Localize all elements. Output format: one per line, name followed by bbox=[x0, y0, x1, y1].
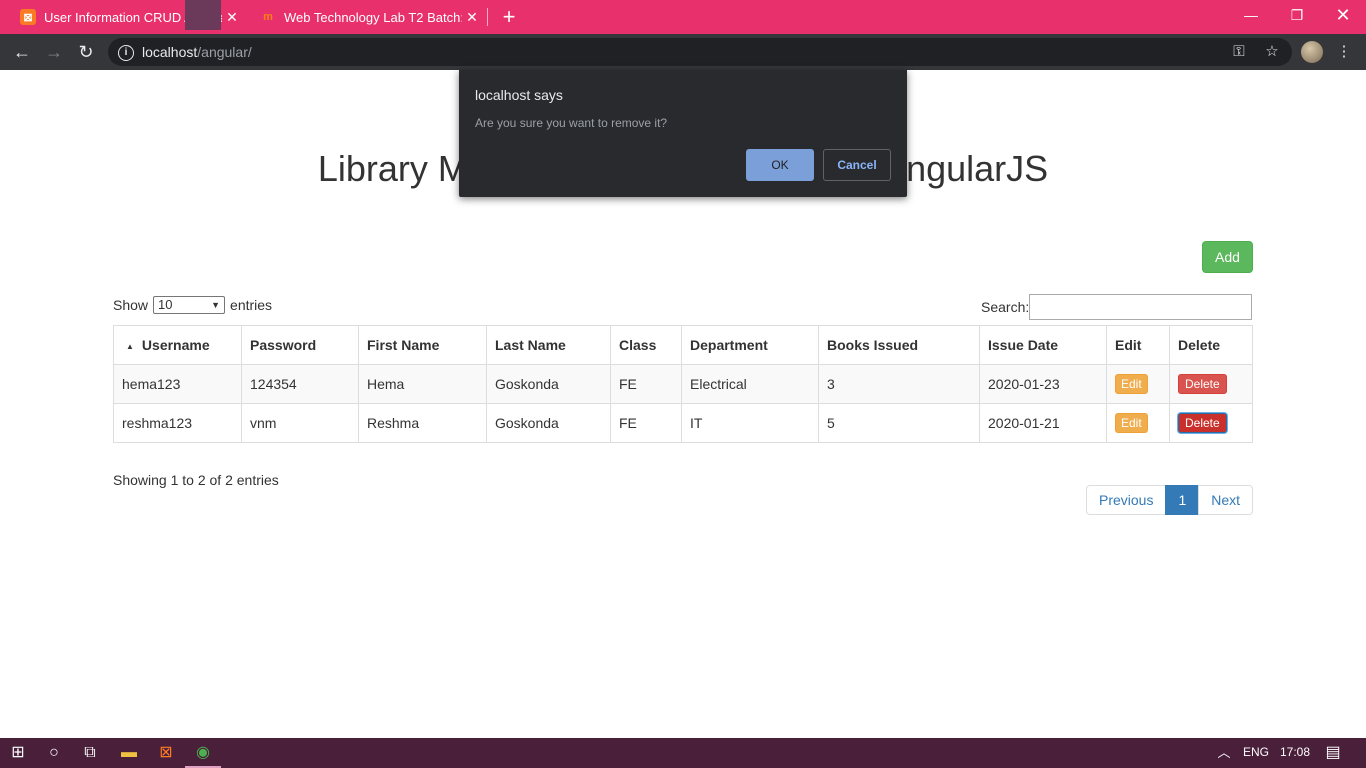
cell-issue-date: 2020-01-21 bbox=[979, 403, 1107, 443]
column-header-books-issued[interactable]: Books Issued bbox=[818, 325, 980, 365]
chevron-up-icon[interactable]: ︿ bbox=[1206, 738, 1242, 768]
show-label: Show bbox=[113, 297, 149, 313]
cell-password: 124354 bbox=[241, 364, 359, 404]
cell-department: IT bbox=[681, 403, 819, 443]
delete-button[interactable]: Delete bbox=[1178, 413, 1227, 433]
cell-username: reshma123 bbox=[113, 403, 242, 443]
xampp-icon[interactable]: ⊠ bbox=[148, 738, 184, 768]
page-button-current[interactable]: 1 bbox=[1165, 485, 1200, 515]
column-header-class[interactable]: Class bbox=[610, 325, 682, 365]
windows-start-icon[interactable]: ⊞ bbox=[0, 738, 36, 768]
cancel-button[interactable]: Cancel bbox=[823, 149, 891, 181]
moodle-icon: m bbox=[263, 11, 273, 23]
confirm-dialog: localhost says Are you sure you want to … bbox=[459, 70, 907, 197]
reload-icon[interactable]: ↻ bbox=[74, 40, 98, 64]
task-view-icon[interactable]: ⧉ bbox=[72, 738, 108, 768]
page-length-value: 10 bbox=[158, 297, 173, 312]
delete-button[interactable]: Delete bbox=[1178, 374, 1227, 394]
cell-edit: Edit bbox=[1106, 403, 1170, 443]
previous-button[interactable]: Previous bbox=[1086, 485, 1167, 515]
forward-icon[interactable]: → bbox=[42, 40, 66, 64]
cell-issue-date: 2020-01-23 bbox=[979, 364, 1107, 404]
cell-password: vnm bbox=[241, 403, 359, 443]
star-icon[interactable]: ☆ bbox=[1262, 42, 1282, 62]
close-window-icon[interactable]: ✕ bbox=[1320, 0, 1366, 30]
next-button[interactable]: Next bbox=[1198, 485, 1254, 515]
cell-department: Electrical bbox=[681, 364, 819, 404]
key-icon[interactable]: ⚿ bbox=[1229, 42, 1249, 62]
tab-web-tech-lab[interactable]: m Web Technology Lab T2 Batch: Li ✕ bbox=[248, 0, 488, 34]
close-icon[interactable]: ✕ bbox=[462, 9, 482, 26]
restore-icon[interactable]: ❐ bbox=[1274, 0, 1320, 30]
ok-button[interactable]: OK bbox=[746, 149, 814, 181]
users-table: ▲ Username Password First Name Last Name … bbox=[113, 325, 1253, 443]
cell-username: hema123 bbox=[113, 364, 242, 404]
new-tab-icon[interactable]: + bbox=[498, 4, 520, 30]
address-bar[interactable] bbox=[108, 38, 1292, 66]
table-header-row: ▲ Username Password First Name Last Name … bbox=[113, 325, 1253, 365]
edit-button[interactable]: Edit bbox=[1115, 374, 1148, 394]
column-header-edit[interactable]: Edit bbox=[1106, 325, 1170, 365]
back-icon[interactable]: ← bbox=[10, 40, 34, 64]
cell-books-issued: 3 bbox=[818, 364, 980, 404]
column-header-first-name[interactable]: First Name bbox=[358, 325, 487, 365]
menu-icon[interactable]: ⋮ bbox=[1334, 42, 1354, 62]
column-header-label: Username bbox=[141, 337, 210, 353]
pagination: Previous 1 Next bbox=[1086, 485, 1254, 515]
url-path: /angular/ bbox=[197, 44, 252, 60]
language-indicator[interactable]: ENG bbox=[1243, 745, 1269, 759]
column-header-password[interactable]: Password bbox=[241, 325, 359, 365]
chrome-icon[interactable]: ◉ bbox=[185, 738, 221, 768]
url-text[interactable]: localhost/angular/ bbox=[142, 44, 252, 60]
cell-edit: Edit bbox=[1106, 364, 1170, 404]
column-header-last-name[interactable]: Last Name bbox=[486, 325, 611, 365]
chevron-down-icon: ▼ bbox=[211, 300, 221, 310]
search-input[interactable] bbox=[1029, 294, 1252, 320]
close-icon[interactable]: ✕ bbox=[222, 9, 242, 26]
cell-first-name: Hema bbox=[358, 364, 487, 404]
notifications-icon[interactable]: ▤ bbox=[1315, 738, 1351, 768]
cell-class: FE bbox=[610, 403, 682, 443]
clock[interactable]: 17:08 bbox=[1280, 745, 1310, 759]
info-icon[interactable]: i bbox=[118, 45, 134, 61]
dialog-title: localhost says bbox=[475, 87, 563, 103]
table-row: reshma123 vnm Reshma Goskonda FE IT 5 20… bbox=[113, 403, 1253, 443]
avatar[interactable] bbox=[1301, 41, 1323, 63]
search-label: Search: bbox=[981, 299, 1030, 315]
xampp-icon: ⊠ bbox=[20, 9, 36, 25]
tab-separator bbox=[487, 8, 488, 26]
cell-first-name: Reshma bbox=[358, 403, 487, 443]
column-header-delete[interactable]: Delete bbox=[1169, 325, 1253, 365]
tab-title: Web Technology Lab T2 Batch: Li bbox=[284, 9, 462, 25]
cell-last-name: Goskonda bbox=[486, 403, 611, 443]
table-row: hema123 124354 Hema Goskonda FE Electric… bbox=[113, 364, 1253, 404]
cell-last-name: Goskonda bbox=[486, 364, 611, 404]
table-info: Showing 1 to 2 of 2 entries bbox=[113, 472, 279, 488]
add-button[interactable]: Add bbox=[1202, 241, 1253, 273]
dialog-message: Are you sure you want to remove it? bbox=[475, 116, 668, 130]
sort-asc-icon: ▲ bbox=[126, 341, 134, 351]
search-icon[interactable]: ○ bbox=[36, 738, 72, 768]
cell-books-issued: 5 bbox=[818, 403, 980, 443]
column-header-issue-date[interactable]: Issue Date bbox=[979, 325, 1107, 365]
url-host: localhost bbox=[142, 44, 198, 60]
page-length-control: Show 10 ▼ entries bbox=[113, 296, 272, 314]
page-length-select[interactable]: 10 ▼ bbox=[153, 296, 226, 314]
file-explorer-icon[interactable]: ▬ bbox=[111, 738, 147, 768]
cell-delete: Delete bbox=[1169, 403, 1253, 443]
edit-button[interactable]: Edit bbox=[1115, 413, 1148, 433]
taskbar-active-highlight bbox=[185, 0, 221, 30]
cell-delete: Delete bbox=[1169, 364, 1253, 404]
column-header-department[interactable]: Department bbox=[681, 325, 819, 365]
minimize-icon[interactable]: — bbox=[1228, 0, 1274, 30]
entries-label: entries bbox=[230, 297, 273, 313]
cell-class: FE bbox=[610, 364, 682, 404]
column-header-username[interactable]: ▲ Username bbox=[113, 325, 242, 365]
